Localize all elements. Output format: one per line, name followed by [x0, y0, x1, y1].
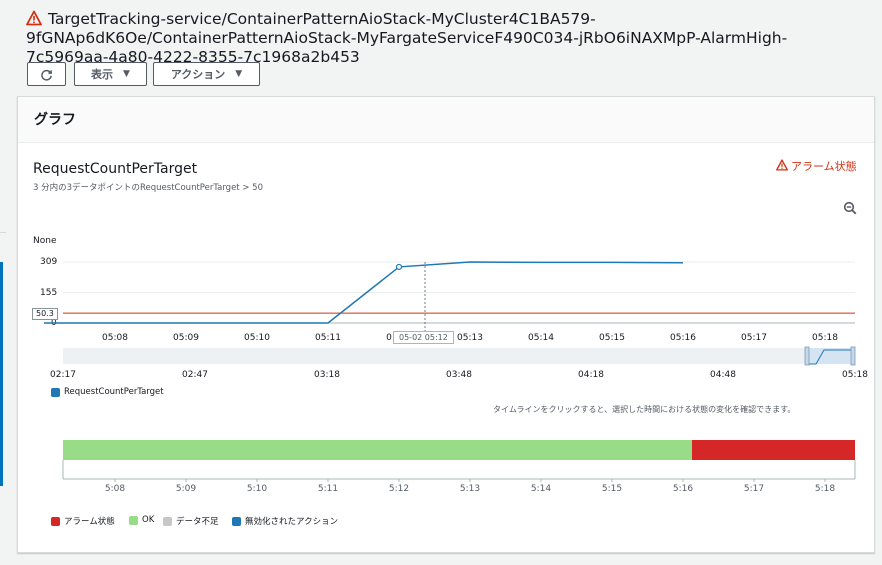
- timeline-tick-label: 5:10: [246, 484, 268, 494]
- legend-swatch: [129, 515, 138, 525]
- legend-label: データ不足: [176, 517, 219, 527]
- timeline-tick-label: 5:08: [104, 484, 126, 494]
- legend-label: 無効化されたアクション: [245, 517, 339, 527]
- timeline-tick-label: 5:13: [459, 484, 481, 494]
- state-timeline[interactable]: [0, 0, 882, 565]
- legend-item-insufficient-data: データ不足: [163, 515, 219, 527]
- timeline-tick-label: 5:12: [388, 484, 410, 494]
- timeline-tick-label: 5:14: [530, 484, 552, 494]
- timeline-ok-segment[interactable]: [63, 440, 692, 460]
- timeline-alarm-segment[interactable]: [692, 440, 855, 460]
- timeline-tick-label: 5:18: [814, 484, 836, 494]
- legend-swatch: [232, 516, 241, 526]
- legend-swatch: [51, 516, 60, 526]
- timeline-tick-label: 5:17: [743, 484, 765, 494]
- legend-label: OK: [142, 515, 155, 525]
- timeline-tick-label: 5:11: [317, 484, 339, 494]
- legend-swatch: [163, 516, 172, 526]
- timeline-tick-label: 5:16: [672, 484, 694, 494]
- timeline-tick-label: 5:15: [601, 484, 623, 494]
- legend-item-ok: OK: [129, 515, 154, 525]
- legend-item-actions-disabled: 無効化されたアクション: [232, 515, 338, 527]
- legend-label: アラーム状態: [64, 517, 115, 527]
- timeline-tick-label: 5:09: [175, 484, 197, 494]
- legend-item-alarm: アラーム状態: [51, 515, 115, 527]
